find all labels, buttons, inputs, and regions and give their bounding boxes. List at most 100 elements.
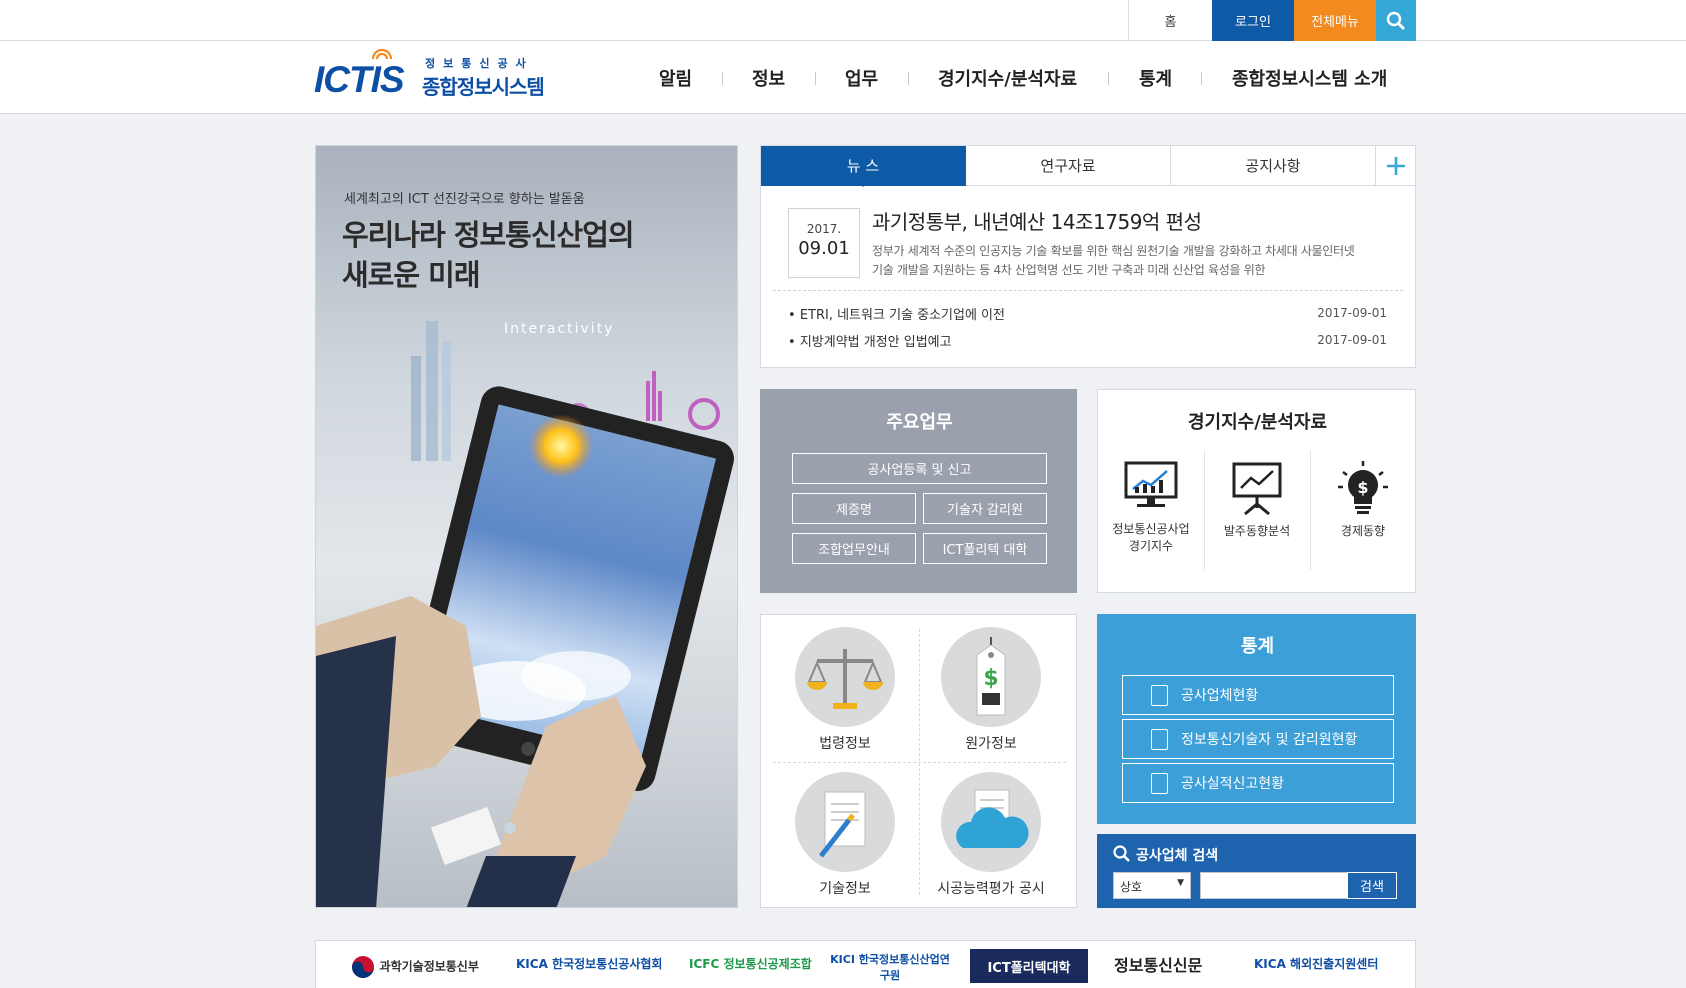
- partner-logo-kica[interactable]: KICA 한국정보통신공사협회: [516, 955, 662, 972]
- hero-title-line1: 우리나라 정보통신산업의: [342, 218, 635, 252]
- certificate-button[interactable]: 제증명: [792, 493, 916, 524]
- law-info-label: 법령정보: [819, 736, 871, 752]
- stats-title: 통계: [1240, 636, 1275, 657]
- logo-text: ICTIS: [314, 59, 405, 100]
- nav-economic-index[interactable]: 경기지수/분석자료: [938, 41, 1077, 114]
- nav-divider: [815, 72, 816, 85]
- document-icon: [1151, 685, 1168, 706]
- divider: [773, 762, 1066, 763]
- law-info-link[interactable]: [795, 627, 895, 727]
- header: ICTIS 정보통신공사 종합정보시스템 알림 정보 업무 경기지수/분석자료 …: [0, 41, 1686, 114]
- login-button[interactable]: 로그인: [1212, 0, 1294, 41]
- news-panel: 뉴 스 연구자료 공지사항 2017. 09.01 과기정통부, 내년예산 14…: [760, 145, 1416, 368]
- divider: [773, 290, 1403, 291]
- nav-divider: [1201, 72, 1202, 85]
- tablet-illustration: Interactivity: [316, 321, 734, 907]
- tab-news[interactable]: 뉴 스: [761, 146, 966, 186]
- economy-trend-label: 경제동향: [1340, 524, 1386, 538]
- news-item-date: 2017-09-01: [1317, 306, 1387, 320]
- partner-logo-kica-overseas[interactable]: KICA 해외진출지원센터: [1254, 955, 1378, 972]
- partner-logo-icfc[interactable]: ICFC 정보통신공제조합: [689, 955, 812, 972]
- idea-bulb-icon: $: [1338, 461, 1388, 514]
- partner-logo-polytech[interactable]: ICT폴리텍대학: [970, 949, 1088, 983]
- search-document-icon: [1151, 773, 1168, 794]
- date-day: 09.01: [798, 238, 850, 259]
- tab-pointer: [857, 181, 869, 187]
- main-work-title: 주요업무: [886, 412, 953, 433]
- search-icon: [1386, 11, 1405, 30]
- date-year: 2017.: [806, 222, 842, 236]
- company-status-button[interactable]: 공사업체현황: [1122, 675, 1394, 715]
- search-button[interactable]: [1376, 0, 1416, 41]
- econ-index-label-2: 경기지수: [1128, 539, 1174, 553]
- capability-notice-link[interactable]: [941, 772, 1041, 872]
- economy-trend-link[interactable]: $ 경제동향: [1310, 460, 1416, 570]
- home-link[interactable]: 홈: [1129, 0, 1212, 41]
- document-pen-icon: [819, 791, 866, 858]
- engineer-status-label: 정보통신기술자 및 감리원현황: [1181, 732, 1358, 748]
- nav-divider: [1108, 72, 1109, 85]
- search-type-value: 상호: [1120, 880, 1143, 894]
- tab-research[interactable]: 연구자료: [966, 146, 1171, 186]
- nav-divider: [908, 72, 909, 85]
- logo-subtitle: 종합정보시스템: [422, 75, 545, 99]
- nav-divider: [722, 72, 723, 85]
- list-item[interactable]: • ETRI, 네트워크 기술 중소기업에 이전: [788, 304, 1005, 323]
- more-button[interactable]: [1376, 146, 1415, 186]
- svg-text:$: $: [1357, 478, 1368, 497]
- top-utility-bar: 홈 로그인 전체메뉴: [0, 0, 1686, 41]
- cost-info-label: 원가정보: [965, 736, 1017, 752]
- site-logo[interactable]: ICTIS 정보통신공사 종합정보시스템: [314, 48, 564, 103]
- partner-logo-msit[interactable]: 과학기술정보통신부: [351, 955, 479, 979]
- partner-logos-bar: 과학기술정보통신부 KICA 한국정보통신공사협회 ICFC 정보통신공제조합 …: [315, 940, 1416, 988]
- cost-info-link[interactable]: $: [941, 627, 1041, 727]
- nav-info[interactable]: 정보: [752, 41, 785, 114]
- tech-info-link[interactable]: [795, 772, 895, 872]
- nav-notice[interactable]: 알림: [659, 41, 692, 114]
- taegeuk-icon: [352, 956, 374, 978]
- tab-notice[interactable]: 공지사항: [1171, 146, 1376, 186]
- list-item[interactable]: • 지방계약법 개정안 입법예고: [788, 331, 952, 350]
- partner-logo-text: 과학기술정보통신부: [379, 959, 479, 974]
- engineer-status-button[interactable]: 정보통신기술자 및 감리원현황: [1122, 719, 1394, 759]
- nav-work[interactable]: 업무: [845, 41, 878, 114]
- econ-title: 경기지수/분석자료: [1187, 412, 1328, 433]
- union-guide-button[interactable]: 조합업무안내: [792, 533, 916, 564]
- all-menu-button[interactable]: 전체메뉴: [1294, 0, 1376, 41]
- econ-panel: 경기지수/분석자료 정보통신공사업 경기지수 발주동향분석 $ 경제동향: [1097, 389, 1416, 593]
- scales-icon: [807, 649, 883, 709]
- featured-news-title[interactable]: 과기정통부, 내년예산 14조1759억 편성: [872, 206, 1202, 235]
- news-item-title: 지방계약법 개정안 입법예고: [799, 335, 952, 350]
- hero-subtitle: 세계최고의 ICT 선진강국으로 향하는 발돋움: [344, 192, 585, 207]
- slide-indicator[interactable]: [504, 822, 516, 834]
- nav-statistics[interactable]: 통계: [1139, 41, 1172, 114]
- list-document-icon: [1151, 729, 1168, 750]
- hero-banner[interactable]: 세계최고의 ICT 선진강국으로 향하는 발돋움 우리나라 정보통신산업의 새로…: [315, 145, 738, 908]
- featured-news-body-line1: 정부가 세계적 수준의 인공지능 기술 확보를 위한 핵심 원천기술 개발을 강…: [872, 244, 1355, 258]
- presentation-board-icon: [1232, 462, 1282, 516]
- registration-button[interactable]: 공사업등록 및 신고: [792, 453, 1047, 484]
- news-item-date: 2017-09-01: [1317, 333, 1387, 347]
- company-search-panel: 공사업체 검색 상호 ▼ 검색: [1097, 834, 1416, 908]
- partner-logo-kici[interactable]: KICI 한국정보통신산업연구원: [828, 951, 952, 983]
- plus-icon: [1386, 156, 1405, 175]
- polytech-button[interactable]: ICT폴리텍 대학: [923, 533, 1047, 564]
- econ-index-label-1: 정보통신공사업: [1112, 522, 1190, 536]
- engineer-button[interactable]: 기술자 감리원: [923, 493, 1047, 524]
- search-submit-button[interactable]: 검색: [1347, 872, 1397, 899]
- order-trend-label: 발주동향분석: [1223, 524, 1291, 538]
- stats-panel: 통계 공사업체현황 정보통신기술자 및 감리원현황 공사실적신고현황: [1097, 614, 1416, 824]
- date-box: 2017. 09.01: [788, 208, 860, 278]
- order-trend-link[interactable]: 발주동향분석: [1204, 460, 1310, 570]
- price-tag-icon: $: [976, 637, 1006, 716]
- performance-report-button[interactable]: 공사실적신고현황: [1122, 763, 1394, 803]
- search-input[interactable]: [1200, 872, 1348, 899]
- nav-about[interactable]: 종합정보시스템 소개: [1232, 41, 1387, 114]
- info-panel: 법령정보 $ 원가정보 기술정보 시공능력평가 공시: [760, 614, 1077, 908]
- econ-index-link[interactable]: 정보통신공사업 경기지수: [1098, 460, 1204, 570]
- monitor-chart-icon: [1124, 461, 1178, 507]
- partner-logo-newspaper[interactable]: 정보통신신문: [1114, 952, 1202, 976]
- hero-title-line2: 새로운 미래: [342, 258, 480, 292]
- tech-info-label: 기술정보: [819, 881, 871, 897]
- search-type-select[interactable]: 상호 ▼: [1113, 872, 1191, 899]
